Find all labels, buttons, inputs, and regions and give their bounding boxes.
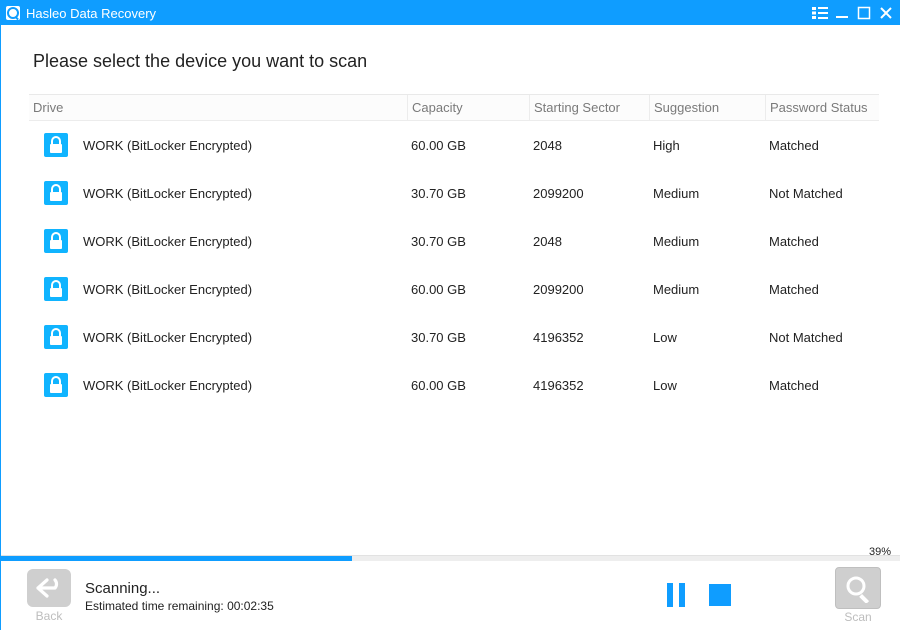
table-row[interactable]: WORK (BitLocker Encrypted) 30.70 GB419635…	[29, 313, 879, 361]
starting-sector-cell: 4196352	[529, 330, 649, 345]
capacity-cell: 30.70 GB	[407, 186, 529, 201]
drive-name: WORK (BitLocker Encrypted)	[79, 378, 252, 393]
back-label: Back	[36, 609, 63, 623]
th-capacity[interactable]: Capacity	[407, 95, 529, 120]
capacity-cell: 30.70 GB	[407, 234, 529, 249]
suggestion-cell: Medium	[649, 234, 765, 249]
starting-sector-cell: 2048	[529, 234, 649, 249]
table-row[interactable]: WORK (BitLocker Encrypted) 30.70 GB209920…	[29, 169, 879, 217]
title-bar: Hasleo Data Recovery	[1, 1, 900, 25]
starting-sector-cell: 2099200	[529, 186, 649, 201]
password-status-cell: Not Matched	[765, 186, 879, 201]
menu-icon[interactable]	[809, 2, 831, 24]
stop-button[interactable]	[707, 581, 733, 609]
drive-name: WORK (BitLocker Encrypted)	[79, 234, 252, 249]
suggestion-cell: High	[649, 138, 765, 153]
minimize-button[interactable]	[831, 2, 853, 24]
lock-icon	[43, 180, 69, 206]
lock-icon	[43, 372, 69, 398]
drive-name: WORK (BitLocker Encrypted)	[79, 138, 252, 153]
capacity-cell: 60.00 GB	[407, 378, 529, 393]
starting-sector-cell: 2048	[529, 138, 649, 153]
app-title: Hasleo Data Recovery	[26, 6, 156, 21]
table-header: Drive Capacity Starting Sector Suggestio…	[29, 95, 879, 121]
lock-icon	[43, 324, 69, 350]
table-row[interactable]: WORK (BitLocker Encrypted) 60.00 GB209920…	[29, 265, 879, 313]
drive-name: WORK (BitLocker Encrypted)	[79, 330, 252, 345]
lock-icon	[43, 228, 69, 254]
suggestion-cell: Medium	[649, 186, 765, 201]
password-status-cell: Matched	[765, 234, 879, 249]
device-table: Drive Capacity Starting Sector Suggestio…	[29, 94, 879, 409]
capacity-cell: 60.00 GB	[407, 138, 529, 153]
page-heading: Please select the device you want to sca…	[1, 25, 900, 94]
lock-icon	[43, 132, 69, 158]
password-status-cell: Matched	[765, 378, 879, 393]
starting-sector-cell: 2099200	[529, 282, 649, 297]
drive-name: WORK (BitLocker Encrypted)	[79, 282, 252, 297]
th-drive[interactable]: Drive	[29, 100, 407, 115]
scan-progress-percent: 39%	[869, 546, 891, 558]
scan-status: Scanning...	[85, 580, 274, 597]
suggestion-cell: Low	[649, 330, 765, 345]
pause-button[interactable]	[663, 581, 689, 609]
app-icon	[4, 4, 22, 22]
capacity-cell: 30.70 GB	[407, 330, 529, 345]
table-row[interactable]: WORK (BitLocker Encrypted) 60.00 GB419635…	[29, 361, 879, 409]
password-status-cell: Matched	[765, 282, 879, 297]
th-starting-sector[interactable]: Starting Sector	[529, 95, 649, 120]
table-row[interactable]: WORK (BitLocker Encrypted) 60.00 GB2048Hi…	[29, 121, 879, 169]
starting-sector-cell: 4196352	[529, 378, 649, 393]
table-row[interactable]: WORK (BitLocker Encrypted) 30.70 GB2048Me…	[29, 217, 879, 265]
suggestion-cell: Medium	[649, 282, 765, 297]
close-button[interactable]	[875, 2, 897, 24]
scan-button[interactable]	[835, 567, 881, 609]
scan-eta: Estimated time remaining: 00:02:35	[85, 599, 274, 613]
footer-bar: 39% Back Scanning... Estimated time rema…	[1, 561, 900, 630]
th-password-status[interactable]: Password Status	[765, 95, 879, 120]
capacity-cell: 60.00 GB	[407, 282, 529, 297]
suggestion-cell: Low	[649, 378, 765, 393]
scan-label: Scan	[844, 610, 871, 624]
drive-name: WORK (BitLocker Encrypted)	[79, 186, 252, 201]
th-suggestion[interactable]: Suggestion	[649, 95, 765, 120]
maximize-button[interactable]	[853, 2, 875, 24]
lock-icon	[43, 276, 69, 302]
password-status-cell: Not Matched	[765, 330, 879, 345]
back-button[interactable]	[27, 569, 71, 607]
password-status-cell: Matched	[765, 138, 879, 153]
